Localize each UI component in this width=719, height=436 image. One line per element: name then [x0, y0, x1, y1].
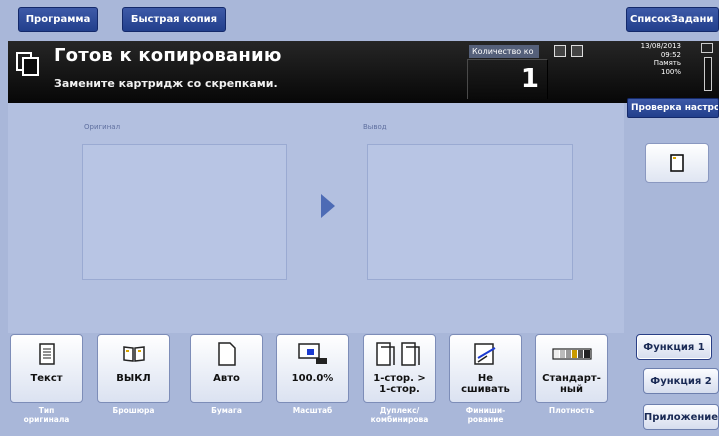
- zoom-icon: [297, 341, 328, 367]
- zoom-button[interactable]: 100.0%: [276, 334, 349, 403]
- status-message: Замените картридж со скрепками.: [54, 77, 278, 90]
- job-list-button[interactable]: СписокЗадани: [626, 7, 719, 32]
- arrow-right-icon: [321, 194, 335, 218]
- paper-output-button[interactable]: [645, 143, 709, 183]
- finishing-button[interactable]: Не сшивать: [449, 334, 522, 403]
- finishing-caption: Финиши- рование: [465, 406, 506, 424]
- quantity-label: Количество ко: [469, 45, 539, 58]
- page-icon: [670, 154, 684, 172]
- density-button[interactable]: Стандарт- ный: [535, 334, 608, 403]
- text-document-icon: [38, 341, 55, 367]
- quantity-value: 1: [520, 64, 539, 94]
- tab-quick-copy[interactable]: Быстрая копия: [122, 7, 226, 32]
- memory-meter: [704, 57, 712, 91]
- zoom-value: 100.0%: [291, 373, 334, 384]
- booklet-icon: [122, 341, 146, 367]
- duplex-icon: [375, 341, 424, 367]
- tab-program[interactable]: Программа: [18, 7, 98, 32]
- booklet-button[interactable]: ВЫКЛ: [97, 334, 170, 403]
- preview-area: Оригинал Вывод: [8, 103, 624, 333]
- duplex-value: 1-стор. > 1-стор.: [373, 373, 426, 395]
- date-text: 13/08/2013: [640, 42, 681, 50]
- finishing-value: Не сшивать: [461, 373, 510, 395]
- density-value: Стандарт- ный: [542, 373, 601, 395]
- application-tab[interactable]: Приложение: [643, 404, 719, 430]
- paper-button[interactable]: Авто: [190, 334, 263, 403]
- original-preview: [82, 144, 287, 280]
- copy-mode-icon: [16, 52, 39, 76]
- density-caption: Плотность: [548, 406, 595, 415]
- original-type-caption: Тип оригинала: [23, 406, 70, 424]
- paper-caption: Бумага: [211, 406, 242, 415]
- quantity-display[interactable]: 1: [467, 59, 548, 99]
- booklet-caption: Брошюра: [112, 406, 155, 415]
- print-status-icon: [571, 45, 583, 57]
- time-text: 09:52: [660, 50, 681, 59]
- original-label: Оригинал: [84, 123, 121, 131]
- booklet-value: ВЫКЛ: [116, 373, 151, 384]
- finishing-icon: [473, 341, 499, 367]
- check-settings-button[interactable]: Проверка настро: [627, 98, 719, 118]
- date-time-panel: 13/08/2013 09:52 Память 100%: [623, 42, 681, 76]
- paper-icon: [217, 341, 236, 367]
- duplex-button[interactable]: 1-стор. > 1-стор.: [363, 334, 436, 403]
- memory-value: 100%: [660, 67, 681, 76]
- memory-label: Память: [653, 59, 681, 68]
- counter-icon: [554, 45, 566, 57]
- duplex-caption: Дуплекс/ комбинирова: [370, 406, 429, 424]
- original-type-value: Текст: [30, 373, 63, 384]
- paper-value: Авто: [213, 373, 240, 384]
- function2-tab[interactable]: Функция 2: [643, 368, 719, 394]
- status-bar: Готов к копированию Замените картридж со…: [8, 41, 719, 103]
- status-title: Готов к копированию: [54, 45, 282, 66]
- toner-icon: [701, 43, 713, 53]
- top-tab-strip: [0, 0, 719, 40]
- output-preview: [367, 144, 573, 280]
- original-type-button[interactable]: Текст: [10, 334, 83, 403]
- function1-tab[interactable]: Функция 1: [636, 334, 712, 360]
- output-label: Вывод: [363, 123, 387, 131]
- zoom-caption: Масштаб: [292, 406, 333, 415]
- density-icon: [551, 341, 592, 367]
